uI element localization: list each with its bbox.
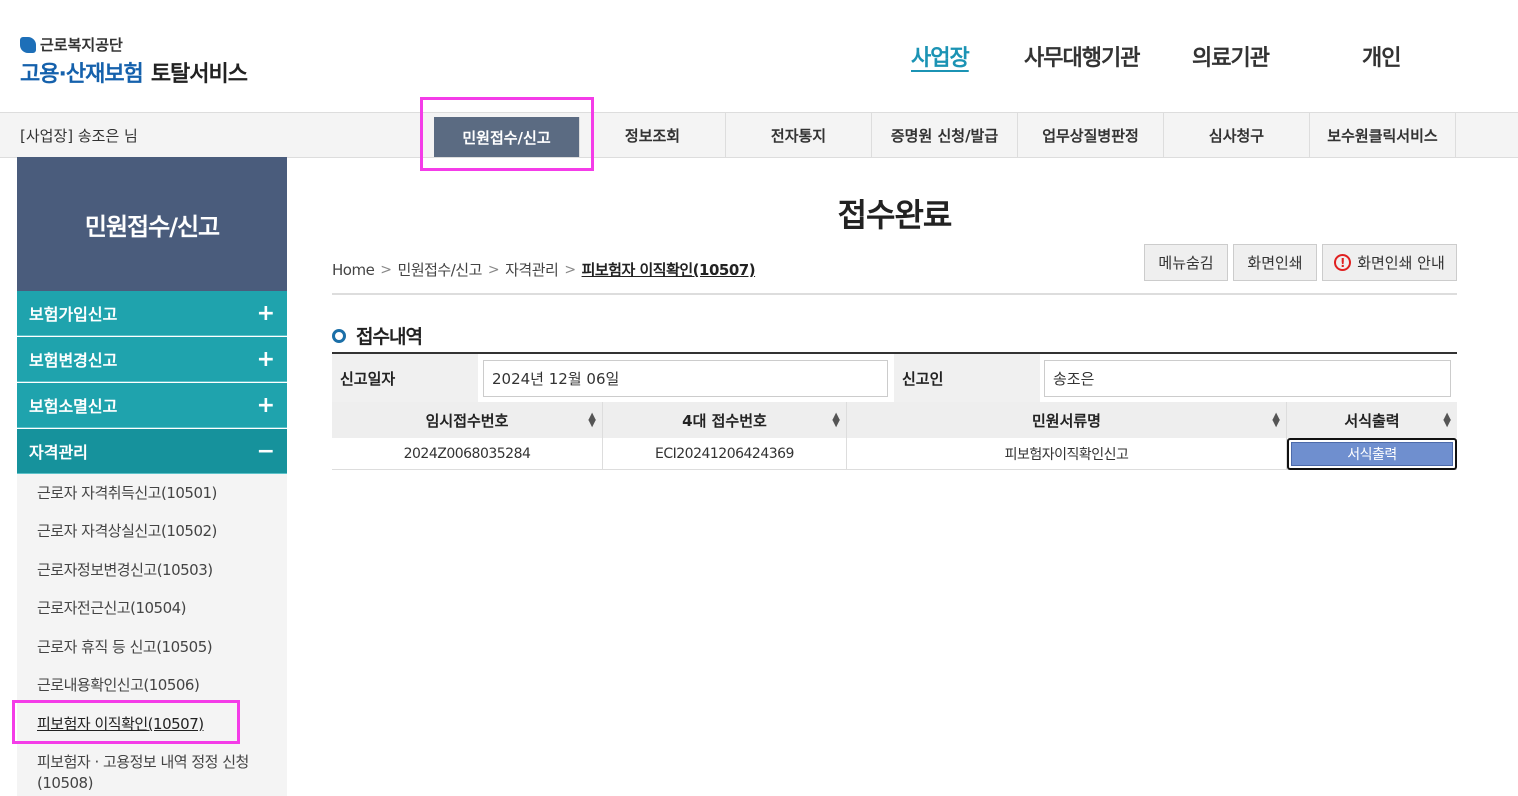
gnb-item-info[interactable]: 정보조회 <box>580 113 726 157</box>
chevron-right-icon: > <box>564 261 576 278</box>
content-divider <box>332 293 1457 295</box>
org-name: 근로복지공단 <box>40 36 123 54</box>
form-print-button[interactable]: 서식출력 <box>1291 441 1453 466</box>
sidebar-menu-label: 보험변경신고 <box>29 351 118 370</box>
sidebar-item-10502[interactable]: 근로자 자격상실신고(10502) <box>37 520 217 542</box>
sort-icon: ▲ ▼ <box>1272 411 1280 429</box>
minus-icon: − <box>256 438 275 464</box>
gnb-item-civil[interactable]: 민원접수/신고 <box>434 117 580 157</box>
gnb-item-certificate[interactable]: 증명원 신청/발급 <box>872 113 1018 157</box>
cell-receipt-no: ECI20241206424369 <box>603 438 847 470</box>
service-logo-dark: 토탈서비스 <box>150 62 248 87</box>
column-header-label: 4대 접수번호 <box>682 411 767 430</box>
receipt-info-table: 신고일자 2024년 12월 06일 신고인 송조은 <box>332 352 1457 403</box>
usertype-medical[interactable]: 의료기관 <box>1192 40 1270 72</box>
report-date-label: 신고일자 <box>332 354 478 402</box>
print-button-focus: 서식출력 <box>1287 437 1457 470</box>
breadcrumb: Home > 민원접수/신고 > 자격관리 > 피보험자 이직확인(10507) <box>332 259 756 280</box>
print-guide-label: 화면인쇄 안내 <box>1357 254 1445 272</box>
plus-icon: + <box>256 392 275 418</box>
org-logo-icon <box>20 36 36 53</box>
sidebar-item-10503[interactable]: 근로자정보변경신고(10503) <box>37 559 213 581</box>
sidebar-menu-change[interactable]: 보험변경신고 + <box>17 337 287 382</box>
sidebar-menu-label: 보험가입신고 <box>29 305 118 324</box>
sidebar-item-10507[interactable]: 피보험자 이직확인(10507) <box>37 713 204 735</box>
print-guide-button[interactable]: ! 화면인쇄 안내 <box>1322 244 1457 281</box>
sidebar-menu-qualification[interactable]: 자격관리 − <box>17 429 287 474</box>
gnb-item-disease[interactable]: 업무상질병판정 <box>1018 113 1164 157</box>
sidebar-item-10501[interactable]: 근로자 자격취득신고(10501) <box>37 482 217 504</box>
service-logo-blue: 고용·산재보험 <box>20 62 144 87</box>
section-title: 접수내역 <box>332 322 423 349</box>
cell-temp-no: 2024Z0068035284 <box>332 438 603 470</box>
gnb-item-notice[interactable]: 전자통지 <box>726 113 872 157</box>
column-header-doc-name[interactable]: 민원서류명 ▲ ▼ <box>847 402 1287 438</box>
breadcrumb-current: 피보험자 이직확인(10507) <box>581 261 756 279</box>
section-title-text: 접수내역 <box>356 326 423 348</box>
cell-doc-name: 피보험자이직확인신고 <box>847 438 1287 470</box>
user-info: [사업장] 송조은 님 <box>20 127 138 145</box>
sidebar-item-10504[interactable]: 근로자전근신고(10504) <box>37 597 187 619</box>
cell-print: 서식출력 <box>1287 437 1457 470</box>
breadcrumb-home[interactable]: Home <box>332 261 375 279</box>
column-header-receipt-no[interactable]: 4대 접수번호 ▲ ▼ <box>603 402 847 438</box>
sidebar-item-10508[interactable]: 피보험자 · 고용정보 내역 정정 신청 <box>37 751 249 773</box>
gnb-item-payroll[interactable]: 보수원클릭서비스 <box>1310 113 1456 157</box>
sidebar-item-10505[interactable]: 근로자 휴직 등 신고(10505) <box>37 636 213 658</box>
usertype-agency[interactable]: 사무대행기관 <box>1024 40 1140 72</box>
sidebar-menu-label: 보험소멸신고 <box>29 397 118 416</box>
column-header-print[interactable]: 서식출력 ▲ ▼ <box>1287 402 1457 438</box>
column-header-label: 임시접수번호 <box>425 411 509 430</box>
sort-icon: ▲ ▼ <box>1443 411 1451 429</box>
warning-icon: ! <box>1334 254 1352 271</box>
sort-icon: ▲ ▼ <box>832 411 840 429</box>
usertype-business[interactable]: 사업장 <box>911 40 970 72</box>
plus-icon: + <box>256 300 275 326</box>
sidebar-menu-join[interactable]: 보험가입신고 + <box>17 291 287 336</box>
sidebar-title: 민원접수/신고 <box>17 157 287 291</box>
column-header-label: 서식출력 <box>1344 411 1400 430</box>
chevron-right-icon: > <box>380 261 392 278</box>
breadcrumb-civil[interactable]: 민원접수/신고 <box>398 259 483 280</box>
menu-hide-button[interactable]: 메뉴숨김 <box>1144 244 1228 281</box>
sidebar-item-10508-code[interactable]: (10508) <box>37 772 93 794</box>
global-nav: [사업장] 송조은 님 민원접수/신고 정보조회 전자통지 증명원 신청/발급 … <box>0 112 1518 158</box>
sidebar-menu-label: 자격관리 <box>29 443 88 462</box>
service-logo[interactable]: 고용·산재보험 토탈서비스 <box>20 56 248 88</box>
reporter-label: 신고인 <box>894 354 1040 402</box>
chevron-right-icon: > <box>487 261 500 278</box>
breadcrumb-qualification[interactable]: 자격관리 <box>505 259 559 280</box>
print-screen-button[interactable]: 화면인쇄 <box>1233 244 1317 281</box>
reporter-field: 송조은 <box>1044 360 1451 397</box>
bullet-icon <box>332 328 346 343</box>
column-header-label: 민원서류명 <box>1031 411 1101 430</box>
usertype-personal[interactable]: 개인 <box>1362 40 1401 72</box>
sidebar-submenu: 근로자 자격취득신고(10501) 근로자 자격상실신고(10502) 근로자정… <box>17 474 287 796</box>
site-header: 근로복지공단 고용·산재보험 토탈서비스 사업장 사무대행기관 의료기관 개인 <box>0 0 1518 112</box>
plus-icon: + <box>256 346 275 372</box>
page-title: 접수완료 <box>837 196 953 234</box>
org-logo[interactable]: 근로복지공단 <box>20 34 123 55</box>
sort-icon: ▲ ▼ <box>588 411 596 429</box>
gnb-item-review[interactable]: 심사청구 <box>1164 113 1310 157</box>
sidebar-item-10506[interactable]: 근로내용확인신고(10506) <box>37 674 200 696</box>
report-date-field: 2024년 12월 06일 <box>483 360 888 397</box>
sidebar-menu-termination[interactable]: 보험소멸신고 + <box>17 383 287 428</box>
column-header-temp-no[interactable]: 임시접수번호 ▲ ▼ <box>332 402 603 438</box>
